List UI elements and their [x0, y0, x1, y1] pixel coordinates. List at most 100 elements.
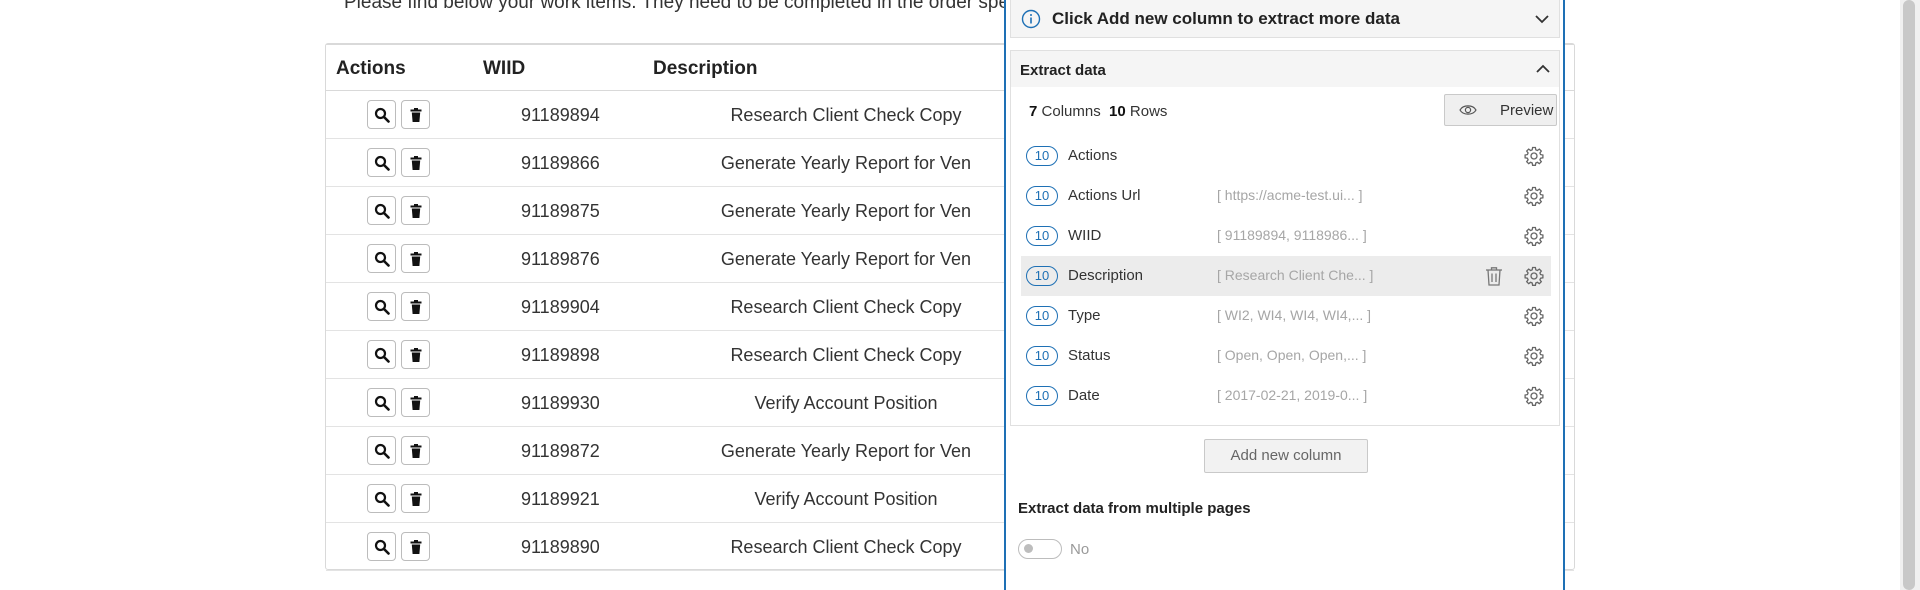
delete-button[interactable]: [401, 196, 430, 225]
wiid-cell: 91189875: [521, 201, 600, 221]
column-row-wiid[interactable]: 10 WIID [ 91189894, 9118986... ]: [1021, 216, 1551, 256]
search-icon: [374, 347, 390, 363]
description-cell: Research Client Check Copy: [730, 105, 962, 125]
count-badge: 10: [1026, 306, 1058, 326]
extract-wizard-panel: Click Add new column to extract more dat…: [1004, 0, 1565, 590]
wiid-cell: 91189872: [521, 441, 600, 461]
search-icon: [374, 299, 390, 315]
view-button[interactable]: [367, 292, 396, 321]
column-sample: [ Research Client Che... ]: [1217, 267, 1374, 283]
toggle-label: No: [1070, 541, 1090, 558]
column-name: Status: [1068, 347, 1111, 364]
delete-column-icon[interactable]: [1485, 266, 1503, 286]
gear-icon[interactable]: [1524, 346, 1544, 366]
description-cell: Generate Yearly Report for Ven: [720, 249, 972, 269]
view-button[interactable]: [367, 388, 396, 417]
multi-pages-toggle[interactable]: [1018, 539, 1062, 559]
header-wiid: WIID: [483, 58, 526, 79]
search-icon: [374, 203, 390, 219]
description-cell: Research Client Check Copy: [730, 297, 962, 317]
gear-icon[interactable]: [1524, 266, 1544, 286]
wiid-cell: 91189890: [521, 537, 600, 557]
columns-label: Columns: [1041, 103, 1101, 120]
column-name: Actions Url: [1068, 187, 1141, 204]
delete-button[interactable]: [401, 292, 430, 321]
web-page: Please find below your work items. They …: [0, 0, 1920, 590]
add-new-column-button[interactable]: Add new column: [1204, 439, 1368, 473]
gear-icon[interactable]: [1524, 146, 1544, 166]
column-row-status[interactable]: 10 Status [ Open, Open, Open,... ]: [1021, 336, 1551, 376]
count-badge: 10: [1026, 186, 1058, 206]
delete-button[interactable]: [401, 340, 430, 369]
column-row-type[interactable]: 10 Type [ WI2, WI4, WI4, WI4,... ]: [1021, 296, 1551, 336]
gear-icon[interactable]: [1524, 186, 1544, 206]
count-badge: 10: [1026, 266, 1058, 286]
header-actions: Actions: [336, 58, 406, 79]
wiid-cell: 91189894: [521, 105, 600, 125]
view-button[interactable]: [367, 196, 396, 225]
trash-icon: [408, 299, 424, 315]
toggle-knob: [1024, 544, 1033, 553]
description-cell: Research Client Check Copy: [730, 345, 962, 365]
search-icon: [374, 107, 390, 123]
chevron-up-icon[interactable]: [1535, 61, 1551, 77]
column-name: WIID: [1068, 227, 1102, 244]
column-row-actions-url[interactable]: 10 Actions Url [ https://acme-test.ui... ]: [1021, 176, 1551, 216]
column-name: Date: [1068, 387, 1100, 404]
trash-icon: [408, 203, 424, 219]
count-badge: 10: [1026, 146, 1058, 166]
view-button[interactable]: [367, 100, 396, 129]
trash-icon: [408, 107, 424, 123]
column-name: Description: [1068, 267, 1144, 284]
search-icon: [374, 491, 390, 507]
chevron-down-icon[interactable]: [1534, 11, 1550, 27]
count-badge: 10: [1026, 226, 1058, 246]
trash-icon: [408, 443, 424, 459]
search-icon: [374, 395, 390, 411]
preview-label: Preview: [1500, 102, 1554, 119]
view-button[interactable]: [367, 148, 396, 177]
delete-button[interactable]: [401, 436, 430, 465]
view-button[interactable]: [367, 340, 396, 369]
gear-icon[interactable]: [1524, 306, 1544, 326]
view-button[interactable]: [367, 532, 396, 561]
info-icon: [1021, 9, 1041, 29]
delete-button[interactable]: [401, 388, 430, 417]
rows-count: 10: [1109, 103, 1126, 120]
delete-button[interactable]: [401, 484, 430, 513]
description-cell: Generate Yearly Report for Ven: [720, 441, 972, 461]
column-row-actions[interactable]: 10 Actions: [1021, 136, 1551, 176]
trash-icon: [408, 539, 424, 555]
gear-icon[interactable]: [1524, 226, 1544, 246]
search-icon: [374, 155, 390, 171]
view-button[interactable]: [367, 484, 396, 513]
view-button[interactable]: [367, 436, 396, 465]
column-row-description[interactable]: 10 Description [ Research Client Che... ]: [1021, 256, 1551, 296]
column-sample: [ WI2, WI4, WI4, WI4,... ]: [1217, 307, 1372, 323]
column-sample: [ https://acme-test.ui... ]: [1217, 187, 1363, 203]
view-button[interactable]: [367, 244, 396, 273]
delete-button[interactable]: [401, 148, 430, 177]
wiid-cell: 91189921: [521, 489, 600, 509]
extract-summary: 7 Columns 10 Rows: [1029, 103, 1167, 120]
gear-icon[interactable]: [1524, 386, 1544, 406]
search-icon: [374, 539, 390, 555]
description-cell: Verify Account Position: [754, 489, 938, 509]
column-row-date[interactable]: 10 Date [ 2017-02-21, 2019-0... ]: [1021, 376, 1551, 416]
info-bar[interactable]: Click Add new column to extract more dat…: [1010, 0, 1560, 38]
page-scrollbar[interactable]: [1900, 0, 1920, 590]
trash-icon: [408, 395, 424, 411]
rows-label: Rows: [1129, 103, 1168, 120]
delete-button[interactable]: [401, 100, 430, 129]
scrollbar-thumb[interactable]: [1903, 0, 1915, 590]
description-cell: Generate Yearly Report for Ven: [720, 153, 972, 173]
count-badge: 10: [1026, 346, 1058, 366]
delete-button[interactable]: [401, 532, 430, 561]
extract-data-header[interactable]: Extract data: [1011, 51, 1559, 87]
column-sample: [ 2017-02-21, 2019-0... ]: [1217, 387, 1368, 403]
trash-icon: [408, 347, 424, 363]
extract-data-section: Extract data 7 Columns 10 Rows Preview 1…: [1010, 50, 1560, 426]
preview-button[interactable]: Preview: [1444, 94, 1557, 126]
search-icon: [374, 443, 390, 459]
delete-button[interactable]: [401, 244, 430, 273]
